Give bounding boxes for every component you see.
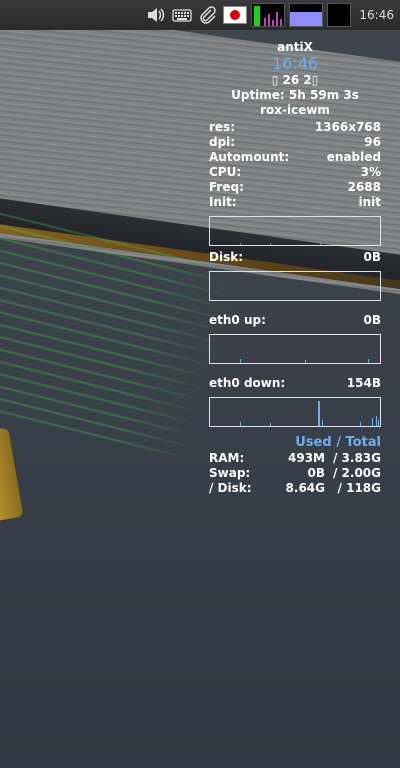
japan-flag-icon[interactable] bbox=[223, 4, 248, 26]
usage-header-used: Used bbox=[295, 435, 332, 450]
stat-label: res: bbox=[209, 120, 235, 134]
panel-clock[interactable]: 16:46 bbox=[359, 8, 394, 22]
eth0-up-value: 0B bbox=[363, 313, 382, 327]
stat-value: 3% bbox=[360, 165, 381, 179]
conky-time: 16:46 bbox=[271, 54, 319, 73]
stat-value: 2688 bbox=[347, 180, 381, 194]
stat-label: Freq: bbox=[209, 180, 244, 194]
stat-row: CPU: 3% bbox=[209, 165, 381, 180]
stat-label: Automount: bbox=[209, 150, 290, 164]
usage-label: / Disk: bbox=[209, 481, 252, 495]
eth0-down-value: 154B bbox=[346, 376, 381, 390]
usage-header: Used / Total bbox=[209, 435, 381, 450]
stat-row: res: 1366x768 bbox=[209, 120, 381, 135]
stat-row: dpi: 96 bbox=[209, 135, 381, 150]
stat-label: CPU: bbox=[209, 165, 242, 179]
network-monitor[interactable] bbox=[327, 3, 352, 27]
disk-value: 0B bbox=[363, 250, 382, 264]
eth0-up-label: eth0 up: bbox=[209, 313, 266, 327]
cpu-monitor[interactable] bbox=[251, 3, 286, 27]
eth0-down-row: eth0 down: 154B bbox=[209, 376, 381, 391]
stat-label: Init: bbox=[209, 195, 237, 209]
stat-row: Automount: enabled bbox=[209, 150, 381, 165]
usage-label: RAM: bbox=[209, 451, 245, 465]
stat-value: 96 bbox=[364, 135, 381, 149]
paperclip-icon[interactable] bbox=[197, 4, 219, 26]
usage-total: / 2.00G bbox=[332, 466, 381, 480]
usage-used: 8.64G bbox=[285, 481, 325, 495]
hostname: antiX bbox=[277, 40, 313, 54]
stat-value: 1366x768 bbox=[314, 120, 381, 134]
stat-row: Init: init bbox=[209, 195, 381, 210]
eth0-down-label: eth0 down: bbox=[209, 376, 286, 390]
usage-total: / 3.83G bbox=[332, 451, 381, 465]
disk-label: Disk: bbox=[209, 250, 243, 264]
eth0-up-row: eth0 up: 0B bbox=[209, 313, 381, 328]
usage-header-sep: / bbox=[331, 435, 346, 450]
wallpaper-yellow-object bbox=[0, 427, 24, 523]
window-manager: rox-icewm bbox=[260, 103, 330, 117]
usage-header-total: Total bbox=[345, 435, 381, 450]
system-tray: 16:46 bbox=[0, 0, 400, 30]
uptime-value: 5h 59m 3s bbox=[288, 88, 359, 102]
usage-used: 0B bbox=[307, 466, 326, 480]
eth0-up-graph bbox=[209, 334, 381, 364]
uptime-label: Uptime: bbox=[231, 88, 285, 102]
conky-system-monitor: antiX 16:46 ▯ 26 2▯ Uptime: 5h 59m 3s ro… bbox=[209, 40, 381, 496]
uptime: Uptime: 5h 59m 3s bbox=[209, 88, 381, 103]
usage-used: 493M bbox=[288, 451, 325, 465]
memory-monitor[interactable] bbox=[289, 3, 324, 27]
keyboard-icon[interactable] bbox=[171, 4, 193, 26]
volume-icon[interactable] bbox=[145, 4, 167, 26]
stat-row: Freq: 2688 bbox=[209, 180, 381, 195]
disk-row: Disk: 0B bbox=[209, 250, 381, 265]
usage-label: Swap: bbox=[209, 466, 251, 480]
stat-value: enabled bbox=[326, 150, 381, 164]
eth0-down-graph bbox=[209, 397, 381, 427]
conky-date: ▯ 26 2▯ bbox=[271, 73, 319, 87]
cpu-graph bbox=[209, 216, 381, 246]
disk-graph bbox=[209, 271, 381, 301]
stat-value: init bbox=[358, 195, 381, 209]
stat-label: dpi: bbox=[209, 135, 236, 149]
usage-table: RAM: 493M / 3.83G Swap: 0B / 2.00G / Disk: 8.… bbox=[209, 451, 381, 496]
usage-total: / 118G bbox=[337, 481, 381, 495]
